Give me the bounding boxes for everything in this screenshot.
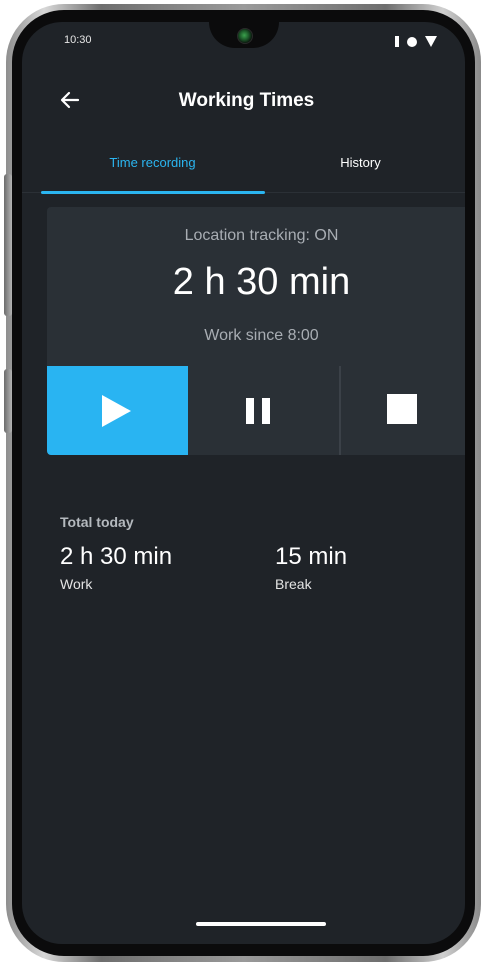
tab-history[interactable]: History (268, 154, 453, 188)
circle-status-icon (407, 36, 417, 47)
power-button (4, 369, 12, 433)
signal-icon (395, 36, 399, 47)
pause-icon (246, 398, 272, 424)
location-tracking-status: Location tracking: ON (184, 227, 339, 244)
pause-bar-left (246, 398, 254, 424)
play-icon (102, 395, 131, 427)
elapsed-time: 2 h 30 min (172, 261, 351, 303)
play-button[interactable] (47, 366, 188, 455)
app-bar: Working Times (22, 82, 465, 120)
timer-controls (47, 366, 465, 455)
work-total-label: Work (60, 576, 93, 592)
total-today-heading: Total today (60, 514, 134, 530)
time-tracker-card: Location tracking: ON 2 h 30 min Work si… (47, 207, 465, 455)
tab-time-recording[interactable]: Time recording (40, 154, 265, 188)
status-time: 10:30 (64, 34, 92, 46)
pause-bar-right (262, 398, 270, 424)
phone-frame: 10:30 Working Times Time recording Histo… (4, 4, 481, 962)
work-total-value: 2 h 30 min (60, 543, 173, 570)
break-total-value: 15 min (275, 543, 348, 570)
stop-icon (387, 394, 417, 424)
volume-button (4, 174, 12, 316)
page-title: Working Times (178, 90, 315, 111)
app-screen: 10:30 Working Times Time recording Histo… (22, 22, 465, 944)
break-total-label: Break (275, 576, 312, 592)
home-indicator[interactable] (196, 922, 326, 926)
status-icons (395, 36, 437, 47)
triangle-status-icon (425, 36, 437, 47)
active-tab-indicator (41, 191, 265, 194)
stop-button[interactable] (341, 366, 465, 455)
work-since-text: Work since 8:00 (204, 327, 319, 344)
work-summary: 2 h 30 min Work (60, 542, 172, 594)
tab-bar: Time recording History (22, 150, 465, 194)
break-summary: 15 min Break (275, 542, 347, 594)
status-bar: 10:30 (22, 22, 465, 50)
pause-button[interactable] (188, 366, 339, 455)
